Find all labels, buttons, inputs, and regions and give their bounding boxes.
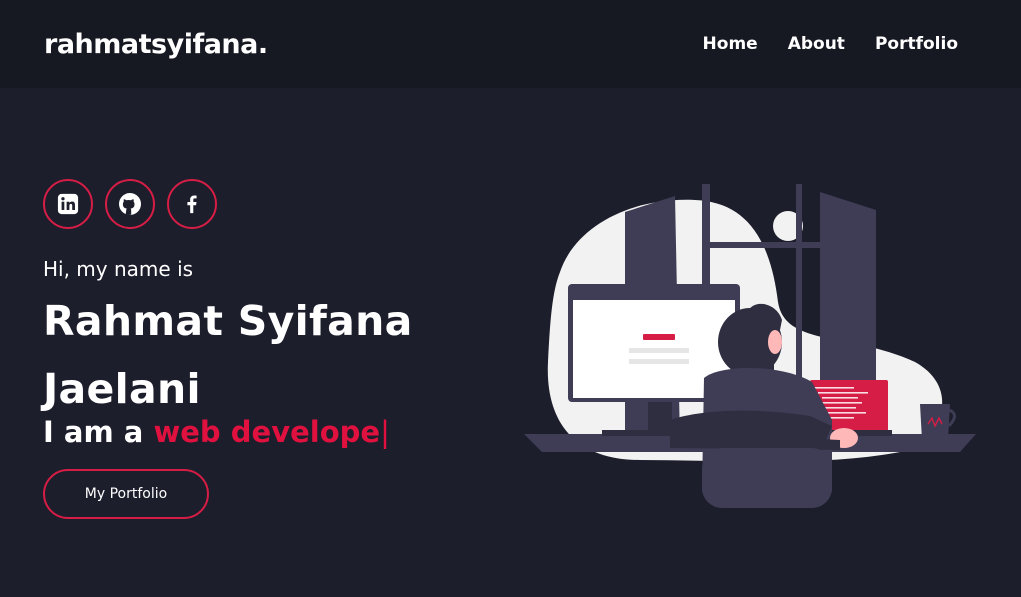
- portfolio-button[interactable]: My Portfolio: [43, 469, 209, 519]
- linkedin-icon: [57, 193, 79, 215]
- facebook-link[interactable]: [167, 179, 217, 229]
- brand-logo[interactable]: rahmatsyifana.: [44, 29, 268, 60]
- typed-role: web develope: [153, 415, 381, 449]
- social-links: [43, 179, 483, 229]
- role-prefix: I am a: [43, 415, 144, 449]
- navbar: rahmatsyifana. Home About Portfolio: [0, 0, 1021, 88]
- facebook-icon: [187, 195, 197, 214]
- nav-home-link[interactable]: Home: [703, 34, 758, 54]
- nav-menu: Home About Portfolio: [703, 34, 958, 54]
- nav-about-link[interactable]: About: [788, 34, 845, 54]
- name-line-2: Jaelani: [43, 365, 201, 413]
- developer-illustration: [524, 184, 976, 508]
- greeting-text: Hi, my name is: [43, 257, 194, 281]
- linkedin-link[interactable]: [43, 179, 93, 229]
- typing-cursor: |: [380, 415, 390, 449]
- role-line: I am a web develope|: [43, 415, 483, 449]
- github-link[interactable]: [105, 179, 155, 229]
- hero-name: Rahmat Syifana Jaelani: [43, 287, 483, 423]
- nav-portfolio-link[interactable]: Portfolio: [875, 34, 958, 54]
- hero-intro: Hi, my name is Rahmat Syifana Jaelani I …: [43, 179, 483, 519]
- github-icon: [119, 193, 141, 215]
- name-line-1: Rahmat Syifana: [43, 297, 413, 345]
